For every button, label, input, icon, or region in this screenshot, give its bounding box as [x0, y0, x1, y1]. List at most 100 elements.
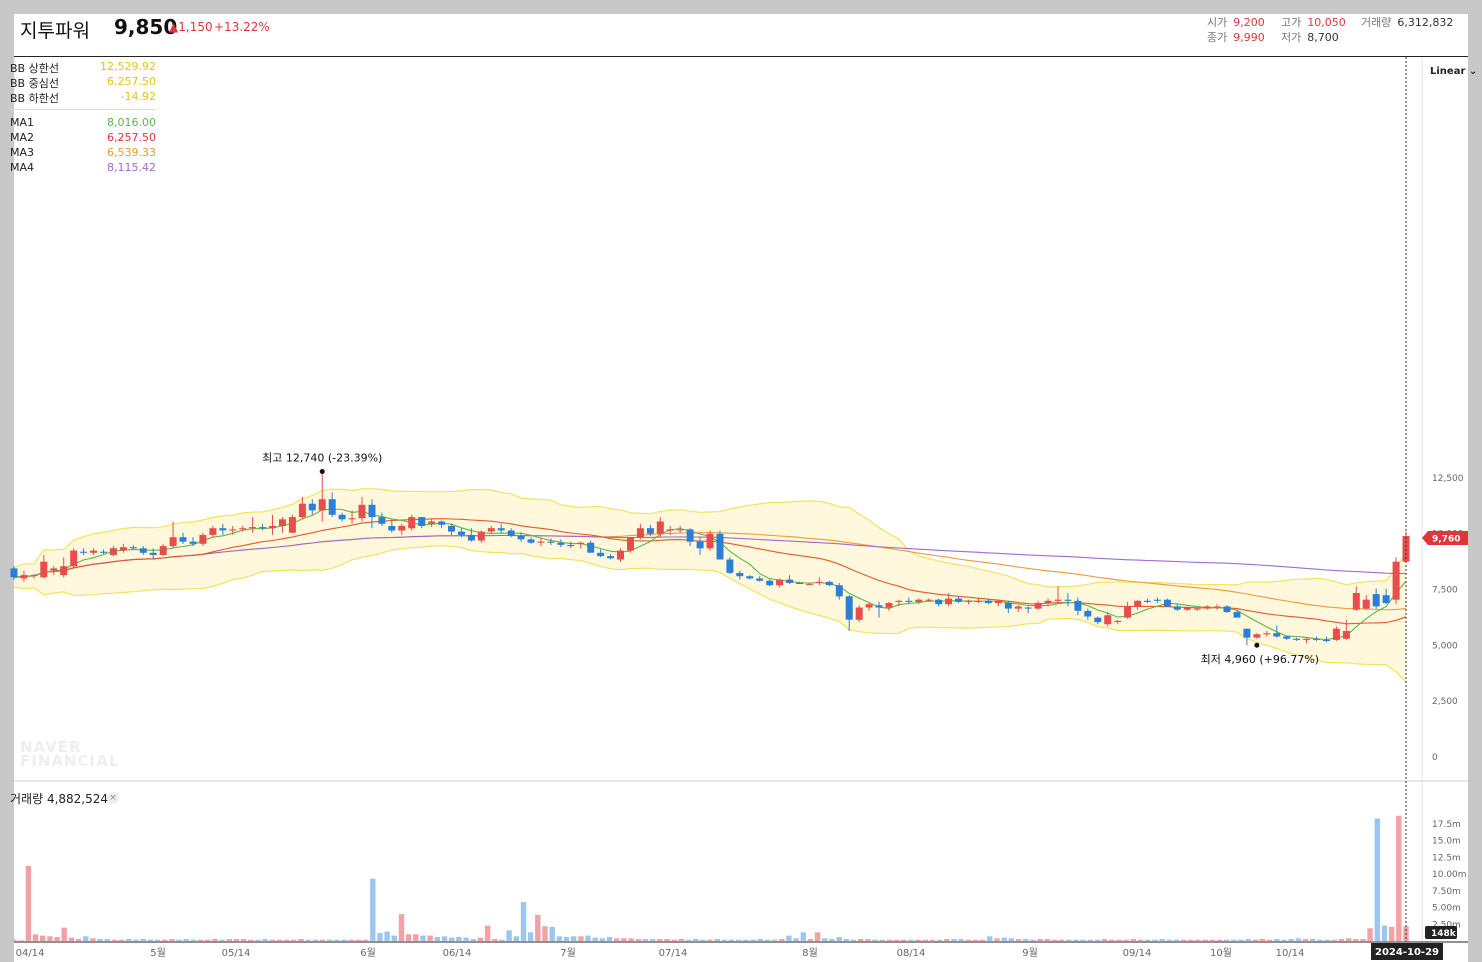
volume-bar	[1001, 937, 1007, 941]
price-chart[interactable]: 12,50010,0007,5005,0002,500017.5m15.0m12…	[0, 0, 1482, 962]
legend-ma2[interactable]: MA2 6,257.50	[10, 131, 156, 146]
volume-bar	[1389, 926, 1395, 941]
volume-bar	[750, 939, 756, 941]
volume-bar	[269, 939, 275, 941]
candle-body	[975, 600, 982, 602]
candle-body	[507, 530, 515, 537]
volume-bar	[1367, 928, 1373, 941]
volume-bar	[25, 866, 32, 941]
candle-body	[517, 536, 525, 540]
candle-body	[1163, 599, 1171, 607]
volume-bar	[585, 935, 591, 941]
candle-body	[696, 541, 704, 549]
volume-bar	[11, 939, 17, 941]
time-axis-tick: 10월	[1210, 947, 1232, 959]
volume-bar	[276, 939, 283, 941]
candle-body	[835, 585, 843, 597]
volume-bar	[850, 939, 857, 941]
candle-body	[388, 526, 396, 531]
time-axis-tick: 9월	[1022, 947, 1038, 959]
volume-bar	[1381, 925, 1388, 941]
volume-bar	[1173, 939, 1180, 941]
volume-bar	[391, 935, 397, 941]
volume-bar	[133, 939, 139, 941]
legend-bb-mid[interactable]: BB 중심선 6,257.50	[10, 75, 156, 90]
candle-body	[1044, 600, 1052, 603]
candle-body	[984, 600, 992, 603]
volume-bar	[1152, 939, 1158, 941]
legend-bb-lower[interactable]: BB 하한선 -14.92	[10, 90, 156, 105]
volume-bar	[578, 936, 584, 941]
candle-body	[825, 581, 833, 586]
candle-body	[80, 551, 88, 553]
volume-bar	[506, 930, 512, 941]
candle-body	[726, 559, 734, 573]
candle-body	[368, 504, 376, 518]
candle-body	[805, 584, 813, 586]
candle-body	[1293, 638, 1301, 640]
volume-bar	[843, 939, 849, 941]
candle-body	[90, 550, 98, 553]
candle-body	[1203, 606, 1211, 609]
candle-body	[1084, 610, 1092, 617]
volume-bar	[872, 939, 878, 941]
volume-bar	[420, 935, 426, 941]
candle-body	[855, 607, 863, 620]
volume-bar	[111, 939, 118, 941]
volume-bar	[1374, 818, 1380, 941]
volume-bar	[1137, 939, 1144, 941]
volume-bar	[836, 937, 842, 941]
candle-body	[965, 600, 972, 602]
volume-bar	[312, 939, 319, 941]
volume-bar	[893, 939, 900, 941]
candle-body	[935, 599, 943, 605]
volume-bar	[212, 939, 218, 941]
volume-bar	[901, 939, 907, 941]
time-axis-tick: 08/14	[897, 948, 926, 959]
legend-bb-upper[interactable]: BB 상한선 12,529.92	[10, 60, 156, 75]
legend-ma1[interactable]: MA1 8,016.00	[10, 116, 156, 131]
candle-body	[1352, 593, 1360, 610]
candle-body	[557, 542, 565, 545]
legend-ma3[interactable]: MA3 6,539.33	[10, 146, 156, 161]
candle-body	[766, 580, 774, 586]
volume-bar	[987, 936, 993, 941]
candle-body	[686, 529, 694, 542]
candle-body	[100, 551, 107, 553]
candle-body	[169, 537, 177, 547]
volume-bar	[513, 936, 519, 941]
volume-bar	[463, 937, 469, 941]
candle-body	[318, 499, 326, 511]
volume-bar	[1037, 939, 1043, 941]
volume-bar	[355, 939, 362, 941]
candle-body	[875, 605, 883, 608]
volume-bar	[1331, 939, 1337, 941]
volume-bar	[18, 940, 24, 941]
volume-bar	[434, 937, 440, 941]
volume-bar	[1087, 939, 1093, 941]
volume-bar	[628, 938, 634, 941]
close-icon[interactable]: ×	[107, 792, 119, 804]
volume-bar	[176, 939, 182, 941]
candle-body	[209, 528, 217, 535]
candle-body	[487, 528, 495, 532]
volume-bar	[822, 938, 828, 941]
volume-bar	[248, 939, 254, 941]
volume-bar	[542, 926, 548, 941]
volume-bar	[1202, 939, 1208, 941]
volume-bar	[61, 927, 67, 941]
volume-bar	[1317, 939, 1323, 941]
candle-body	[786, 579, 794, 583]
candle-body	[1303, 638, 1311, 640]
legend-ma4[interactable]: MA4 8,115.42	[10, 161, 156, 176]
volume-bar	[1080, 939, 1086, 941]
candle-body	[1004, 603, 1012, 609]
volume-bar	[1044, 939, 1050, 941]
scale-mode-dropdown[interactable]: Linear ⌄	[1430, 66, 1477, 77]
volume-bar	[929, 939, 936, 941]
candle-body	[1243, 628, 1251, 638]
candle-body	[259, 527, 267, 529]
candle-body	[1253, 634, 1261, 638]
candle-body	[1332, 628, 1340, 640]
volume-axis-tick: 17.5m	[1432, 820, 1461, 830]
